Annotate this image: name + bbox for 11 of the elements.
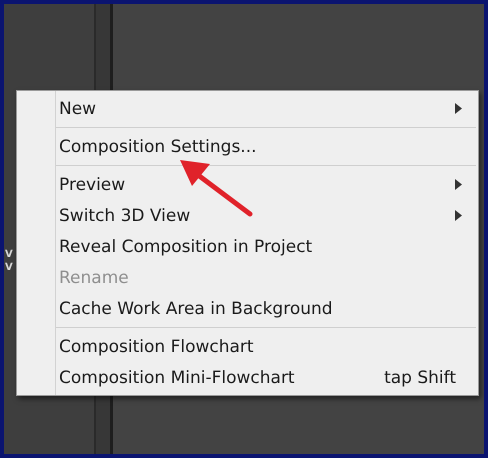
- track-label: V: [5, 262, 13, 273]
- menu-item[interactable]: Composition Mini-Flowchart tap Shift: [17, 362, 478, 393]
- menu-item[interactable]: New: [17, 93, 478, 124]
- menu-item[interactable]: Reveal Composition in Project: [17, 231, 478, 262]
- menu-item[interactable]: Preview: [17, 169, 478, 200]
- menu-item[interactable]: Composition Settings...: [17, 131, 478, 162]
- track-label: V: [5, 249, 13, 260]
- menu-item[interactable]: Composition Flowchart: [17, 331, 478, 362]
- menu-item[interactable]: Switch 3D View: [17, 200, 478, 231]
- menu-item[interactable]: Cache Work Area in Background: [17, 293, 478, 324]
- shortcut-label: tap Shift: [384, 368, 456, 388]
